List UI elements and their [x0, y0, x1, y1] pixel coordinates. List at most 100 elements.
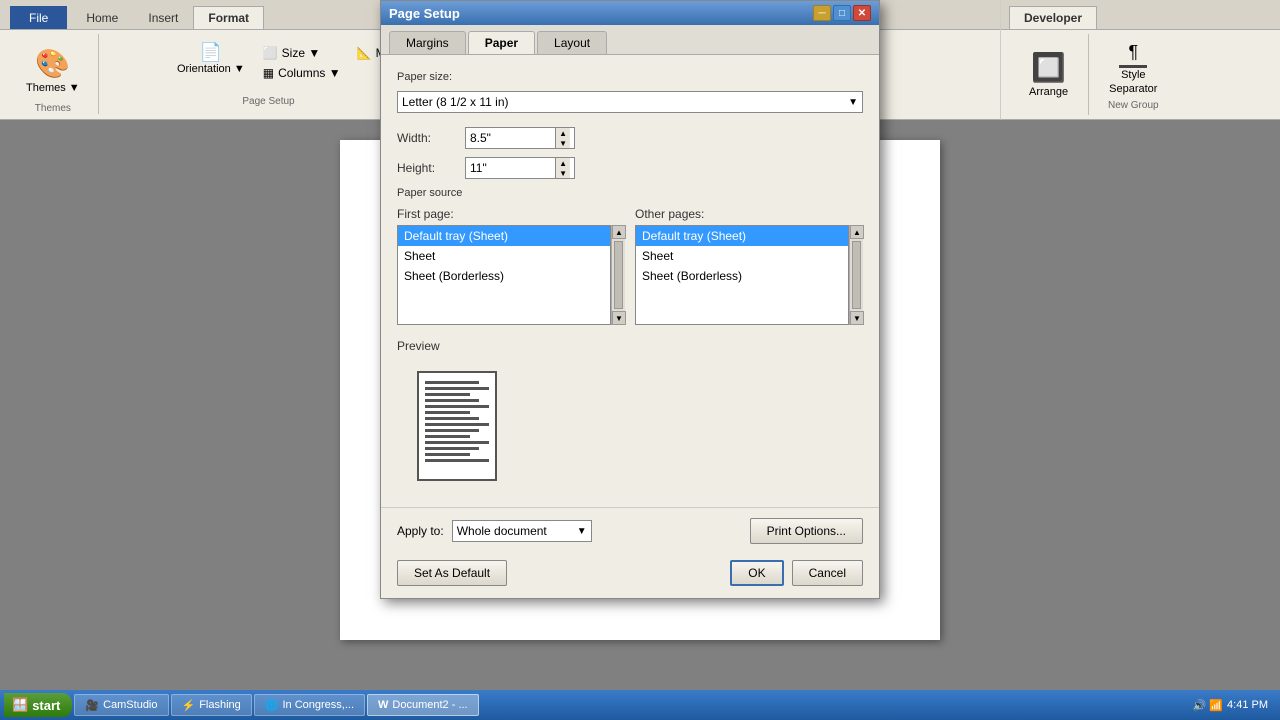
arrange-button[interactable]: 🔲 Arrange [1021, 46, 1076, 103]
taskbar-item-word[interactable]: W Document2 - ... [367, 694, 479, 716]
dialog-tabs: Margins Paper Layout [381, 25, 879, 55]
height-value: 11" [470, 161, 487, 175]
start-button[interactable]: 🪟 start [4, 693, 72, 717]
browser-icon: 🌐 [265, 699, 279, 712]
paper-size-label: Paper size: [397, 71, 863, 83]
height-spinbox[interactable]: 11" ▲ ▼ [465, 157, 575, 179]
orientation-icon: 📄 [200, 42, 222, 63]
scroll-down-icon[interactable]: ▼ [612, 311, 626, 325]
other-pages-listbox[interactable]: Default tray (Sheet) Sheet Sheet (Border… [635, 225, 849, 325]
tab-developer[interactable]: Developer [1009, 6, 1097, 29]
maximize-button[interactable]: □ [833, 5, 851, 21]
style-separator-button[interactable]: ¶ StyleSeparator [1101, 38, 1165, 99]
arrange-group: 🔲 Arrange [1009, 34, 1089, 115]
first-page-item-1[interactable]: Sheet [398, 246, 610, 266]
preview-line-5 [425, 405, 489, 408]
columns-button[interactable]: ▦ Columns ▼ [257, 64, 347, 82]
scroll-up-icon[interactable]: ▲ [612, 225, 626, 239]
tab-file[interactable]: File [10, 6, 67, 29]
tab-margins[interactable]: Margins [389, 31, 466, 54]
tab-layout[interactable]: Layout [537, 31, 607, 54]
height-arrows: ▲ ▼ [555, 158, 570, 178]
close-button[interactable]: ✕ [853, 5, 871, 21]
preview-line-10 [425, 435, 470, 438]
preview-line-8 [425, 423, 489, 426]
taskbar: 🪟 start 🎥 CamStudio ⚡ Flashing 🌐 In Cong… [0, 690, 1280, 720]
taskbar-item-flashing[interactable]: ⚡ Flashing [171, 694, 252, 716]
apply-row: Apply to: Whole document ▼ [397, 520, 742, 542]
width-spinbox[interactable]: 8.5" ▲ ▼ [465, 127, 575, 149]
cancel-button[interactable]: Cancel [792, 560, 863, 586]
right-content: 🔲 Arrange ¶ StyleSeparator New Group [1001, 30, 1280, 119]
taskbar-item-browser[interactable]: 🌐 In Congress,... [254, 694, 365, 716]
paper-source-row: First page: Default tray (Sheet) Sheet S… [397, 207, 863, 325]
height-row: Height: 11" ▲ ▼ [397, 157, 863, 179]
taskbar-item-camstudio[interactable]: 🎥 CamStudio [74, 694, 168, 716]
first-page-item-2[interactable]: Sheet (Borderless) [398, 266, 610, 286]
first-page-col: First page: Default tray (Sheet) Sheet S… [397, 207, 625, 325]
preview-line-9 [425, 429, 479, 432]
apply-to-label: Apply to: [397, 524, 444, 538]
preview-area [397, 361, 863, 491]
start-label: start [32, 698, 60, 713]
paper-size-select[interactable]: Letter (8 1/2 x 11 in) ▼ [397, 91, 863, 113]
paper-size-section: Paper size: Letter (8 1/2 x 11 in) ▼ [397, 71, 863, 113]
print-options-button[interactable]: Print Options... [750, 518, 863, 544]
other-scroll-down-icon[interactable]: ▼ [850, 311, 864, 325]
preview-line-4 [425, 399, 479, 402]
orientation-button[interactable]: 📄 Orientation ▼ [171, 40, 251, 77]
other-scroll-up-icon[interactable]: ▲ [850, 225, 864, 239]
columns-icon: ▦ [263, 66, 274, 80]
first-page-label: First page: [397, 207, 625, 221]
minimize-button[interactable]: ─ [813, 5, 831, 21]
preview-label: Preview [397, 339, 863, 353]
tab-insert[interactable]: Insert [133, 6, 193, 29]
preview-line-1 [425, 381, 479, 384]
tab-format[interactable]: Format [193, 6, 264, 29]
width-value: 8.5" [470, 131, 491, 145]
themes-button[interactable]: 🎨 Themes ▼ [18, 42, 88, 99]
preview-line-11 [425, 441, 489, 444]
style-separator-label: StyleSeparator [1109, 69, 1157, 95]
set-as-default-button[interactable]: Set As Default [397, 560, 507, 586]
width-up-arrow[interactable]: ▲ [555, 128, 570, 138]
paper-source-section: Paper source First page: Default tray (S… [397, 187, 863, 325]
titlebar-buttons: ─ □ ✕ [813, 5, 871, 21]
size-button[interactable]: ⬜ Size ▼ [257, 44, 347, 62]
system-tray: 🔊 📶 [1193, 699, 1223, 712]
other-scroll-thumb[interactable] [852, 241, 861, 309]
width-arrows: ▲ ▼ [555, 128, 570, 148]
preview-line-2 [425, 387, 489, 390]
dialog-bottom-row: Set As Default OK Cancel [381, 554, 879, 598]
size-icon: ⬜ [263, 46, 278, 60]
arrange-icon: 🔲 [1031, 50, 1067, 86]
tab-home[interactable]: Home [71, 6, 133, 29]
dialog-title: Page Setup [389, 6, 460, 21]
right-tabs: Developer [1001, 0, 1280, 30]
apply-to-select[interactable]: Whole document ▼ [452, 520, 592, 542]
preview-line-7 [425, 417, 479, 420]
first-page-item-0[interactable]: Default tray (Sheet) [398, 226, 610, 246]
first-page-listbox[interactable]: Default tray (Sheet) Sheet Sheet (Border… [397, 225, 611, 325]
margins-icon: 📐 [357, 46, 372, 60]
other-pages-item-0[interactable]: Default tray (Sheet) [636, 226, 848, 246]
scroll-thumb[interactable] [614, 241, 623, 309]
flashing-icon: ⚡ [182, 699, 196, 712]
first-page-scrollbar: ▲ ▼ [611, 225, 625, 325]
camstudio-icon: 🎥 [85, 699, 99, 712]
preview-line-3 [425, 393, 470, 396]
other-pages-item-1[interactable]: Sheet [636, 246, 848, 266]
other-pages-item-2[interactable]: Sheet (Borderless) [636, 266, 848, 286]
clock: 4:41 PM [1227, 699, 1268, 711]
ok-button[interactable]: OK [730, 560, 783, 586]
style-separator-icon: ¶ [1119, 42, 1147, 69]
preview-line-14 [425, 459, 489, 462]
height-up-arrow[interactable]: ▲ [555, 158, 570, 168]
word-icon: W [378, 699, 388, 711]
arrange-label: Arrange [1029, 86, 1068, 99]
new-group-label: New Group [1108, 100, 1159, 111]
tab-paper[interactable]: Paper [468, 31, 535, 54]
width-down-arrow[interactable]: ▼ [555, 138, 570, 148]
height-down-arrow[interactable]: ▼ [555, 168, 570, 178]
page-setup-dialog: Page Setup ─ □ ✕ Margins Paper Layout Pa… [380, 0, 880, 599]
